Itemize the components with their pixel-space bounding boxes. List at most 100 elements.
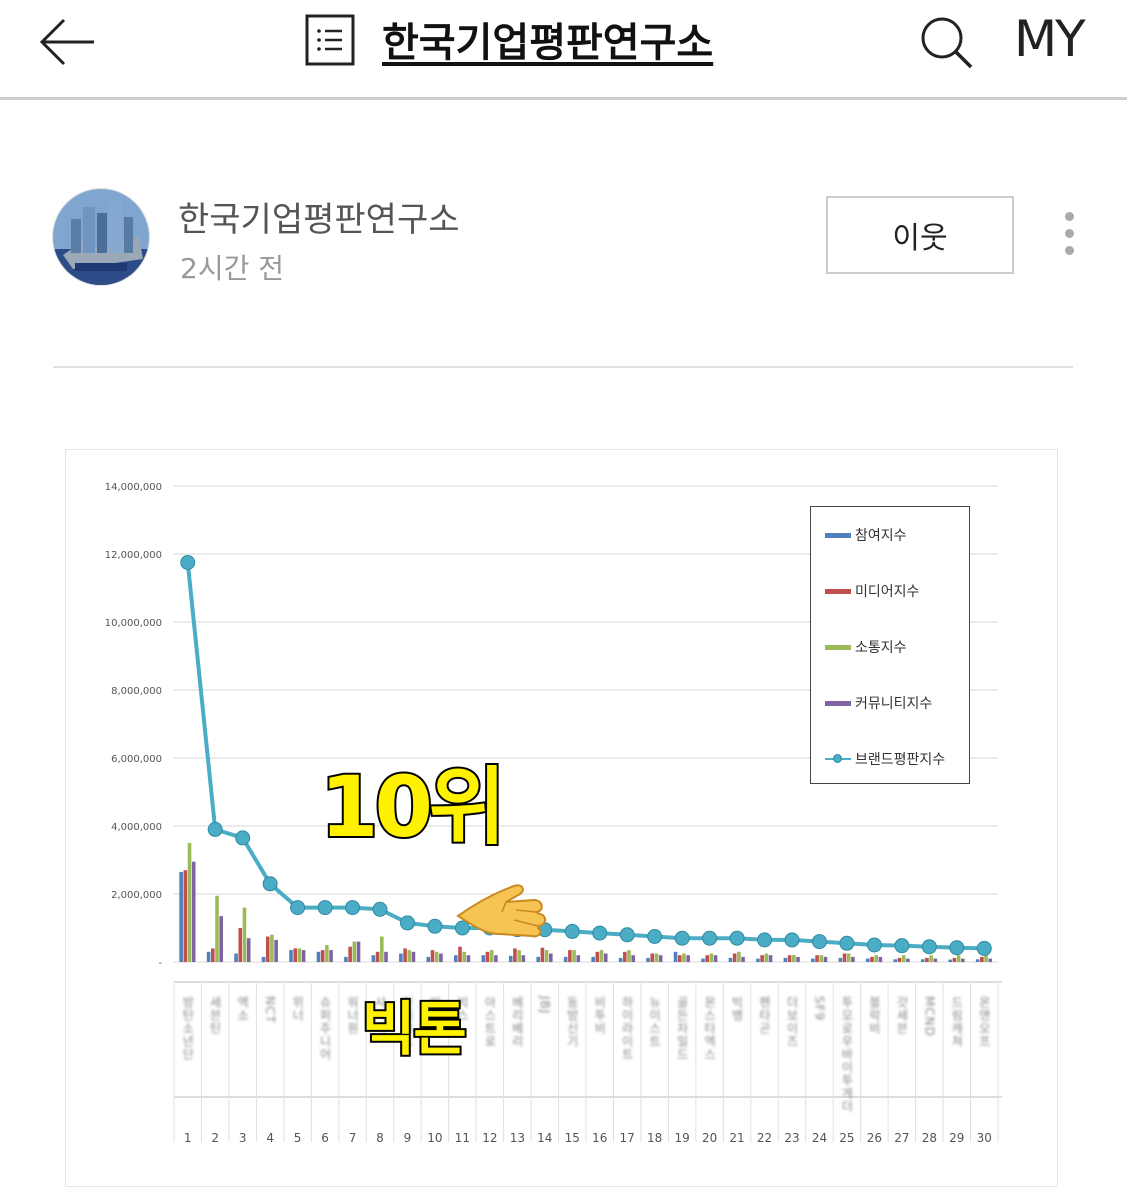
back-arrow-icon[interactable]: [36, 14, 100, 70]
bar: [975, 959, 980, 962]
x-tick-label: 6: [321, 1131, 329, 1145]
neighbor-button[interactable]: 이웃: [826, 196, 1014, 274]
bar: [289, 950, 293, 962]
x-category-name: 드림캐쳐: [950, 996, 964, 1048]
bar: [270, 934, 274, 962]
document-list-icon[interactable]: [305, 14, 355, 66]
bar: [481, 955, 486, 962]
line-point: [811, 934, 827, 950]
bar: [741, 956, 745, 962]
x-category-name: 더보이즈: [785, 996, 799, 1048]
bar: [728, 957, 733, 962]
bar: [933, 958, 938, 962]
line-point: [894, 938, 910, 954]
x-tick-label: 17: [620, 1131, 635, 1145]
line-point: [866, 937, 882, 953]
line-point: [262, 876, 278, 892]
bar: [536, 956, 540, 962]
y-tick-label: 12,000,000: [105, 550, 162, 561]
legend-swatch: [825, 754, 851, 763]
bar: [325, 945, 329, 962]
x-tick-label: 29: [949, 1131, 964, 1145]
x-category-name: MCND: [922, 996, 936, 1037]
line-point: [372, 901, 388, 917]
avatar[interactable]: [52, 188, 150, 286]
bar: [407, 950, 412, 962]
x-tick-label: 24: [812, 1131, 827, 1145]
bar: [211, 948, 215, 962]
x-tick-label: 5: [294, 1131, 302, 1145]
line-point: [921, 939, 937, 955]
line-point: [784, 932, 800, 948]
bar: [215, 895, 219, 962]
line-point: [619, 927, 635, 943]
author-name[interactable]: 한국기업평판연구소: [178, 192, 460, 241]
bar: [576, 955, 581, 962]
x-category-name: 비투비: [593, 996, 607, 1035]
x-category-name: 하이라이트: [620, 996, 634, 1061]
x-tick-label: 21: [729, 1131, 744, 1145]
bar: [430, 950, 435, 962]
legend-item: 커뮤니티지수: [825, 693, 932, 713]
bar: [544, 950, 549, 962]
line-point: [757, 932, 773, 948]
bar: [513, 948, 517, 962]
bar: [627, 950, 631, 962]
x-category-name: 온앤오프: [977, 996, 991, 1048]
bar: [874, 955, 878, 962]
blog-title-link[interactable]: 한국기업평판연구소: [382, 10, 713, 68]
x-category-name: 투모로우바이투게더: [840, 996, 854, 1113]
x-category-name: 빅뱅: [730, 996, 744, 1022]
x-tick-label: 11: [455, 1131, 470, 1145]
x-tick-label: 23: [784, 1131, 799, 1145]
bar: [956, 955, 961, 962]
line-point: [647, 929, 663, 944]
x-tick-label: 16: [592, 1131, 607, 1145]
bar: [925, 957, 929, 962]
legend-swatch: [825, 588, 851, 594]
x-tick-label: 1: [184, 1131, 192, 1145]
line-point: [427, 918, 443, 934]
x-tick-label: 8: [376, 1131, 384, 1145]
x-category-name: 세븐틴: [208, 996, 222, 1035]
bar: [732, 953, 737, 962]
post-time: 2시간 전: [180, 252, 284, 285]
bar: [623, 951, 627, 962]
line-point: [290, 900, 306, 916]
my-menu-button[interactable]: MY: [1014, 10, 1086, 68]
bar: [187, 843, 192, 962]
bar: [568, 950, 572, 962]
line-point: [592, 925, 608, 941]
bar: [348, 946, 352, 962]
bar: [823, 956, 828, 962]
bar: [599, 950, 604, 962]
bar: [783, 957, 788, 962]
bar: [646, 957, 650, 962]
bar: [819, 955, 824, 962]
bar: [234, 953, 238, 962]
bar: [952, 957, 957, 962]
x-category-name: 위너: [291, 996, 305, 1022]
x-tick-label: 10: [427, 1131, 442, 1145]
bar: [384, 951, 388, 962]
search-icon[interactable]: [918, 14, 974, 70]
x-tick-label: 13: [510, 1131, 525, 1145]
legend-label: 참여지수: [855, 528, 907, 544]
x-category-name: 베리베리: [510, 996, 524, 1048]
line-point: [207, 821, 223, 837]
legend-label: 소통지수: [855, 640, 907, 656]
bar: [768, 955, 773, 962]
bar: [811, 958, 815, 962]
bar: [508, 955, 513, 962]
bar: [316, 951, 321, 962]
x-tick-label: 2: [211, 1131, 219, 1145]
bar: [658, 955, 663, 962]
bar: [261, 956, 266, 962]
bar: [980, 956, 984, 962]
line-point: [839, 935, 855, 951]
bar: [183, 870, 188, 962]
x-category-name: 아스트로: [483, 996, 497, 1048]
more-options-icon[interactable]: [1058, 212, 1080, 262]
bar: [686, 955, 690, 962]
x-tick-label: 3: [239, 1131, 247, 1145]
